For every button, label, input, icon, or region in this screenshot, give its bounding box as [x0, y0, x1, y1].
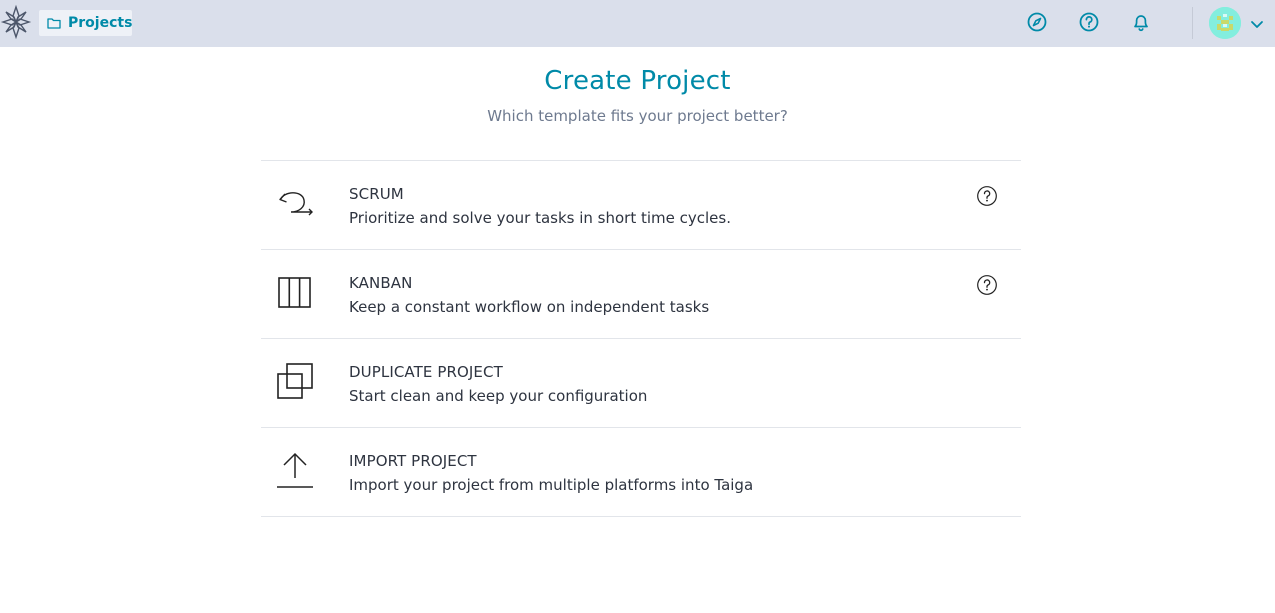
option-duplicate-project[interactable]: DUPLICATE PROJECT Start clean and keep y… [261, 339, 1021, 428]
help-question-icon[interactable] [1078, 11, 1100, 33]
page-title: Create Project [544, 66, 731, 96]
avatar-pattern-icon [1209, 7, 1241, 39]
option-title: KANBAN [349, 274, 413, 292]
header-divider [1192, 7, 1193, 39]
user-avatar[interactable] [1209, 7, 1241, 39]
notifications-bell-icon[interactable] [1130, 11, 1152, 33]
discover-compass-icon[interactable] [1026, 11, 1048, 33]
option-import-project[interactable]: IMPORT PROJECT Import your project from … [261, 428, 1021, 517]
help-question-icon[interactable] [976, 185, 998, 207]
projects-button[interactable]: Projects [39, 10, 132, 36]
option-title: IMPORT PROJECT [349, 452, 477, 470]
option-scrum[interactable]: SCRUM Prioritize and solve your tasks in… [261, 161, 1021, 250]
help-question-icon[interactable] [976, 274, 998, 296]
folder-icon [47, 18, 61, 29]
option-title: SCRUM [349, 185, 404, 203]
taiga-logo-icon[interactable] [0, 4, 32, 40]
kanban-columns-icon [278, 277, 311, 308]
option-title: DUPLICATE PROJECT [349, 363, 503, 381]
upload-icon [277, 452, 313, 488]
option-kanban[interactable]: KANBAN Keep a constant workflow on indep… [261, 250, 1021, 339]
option-description: Prioritize and solve your tasks in short… [349, 209, 731, 227]
duplicate-icon [277, 363, 313, 399]
scrum-cycle-icon [279, 192, 313, 216]
top-navigation-bar: Projects [0, 0, 1275, 47]
option-description: Import your project from multiple platfo… [349, 476, 754, 494]
page-subtitle: Which template fits your project better? [487, 107, 788, 125]
template-options-list: SCRUM Prioritize and solve your tasks in… [261, 160, 1021, 517]
chevron-down-icon[interactable] [1249, 16, 1265, 32]
option-description: Start clean and keep your configuration [349, 387, 648, 405]
option-description: Keep a constant workflow on independent … [349, 298, 710, 316]
projects-label: Projects [68, 15, 133, 31]
